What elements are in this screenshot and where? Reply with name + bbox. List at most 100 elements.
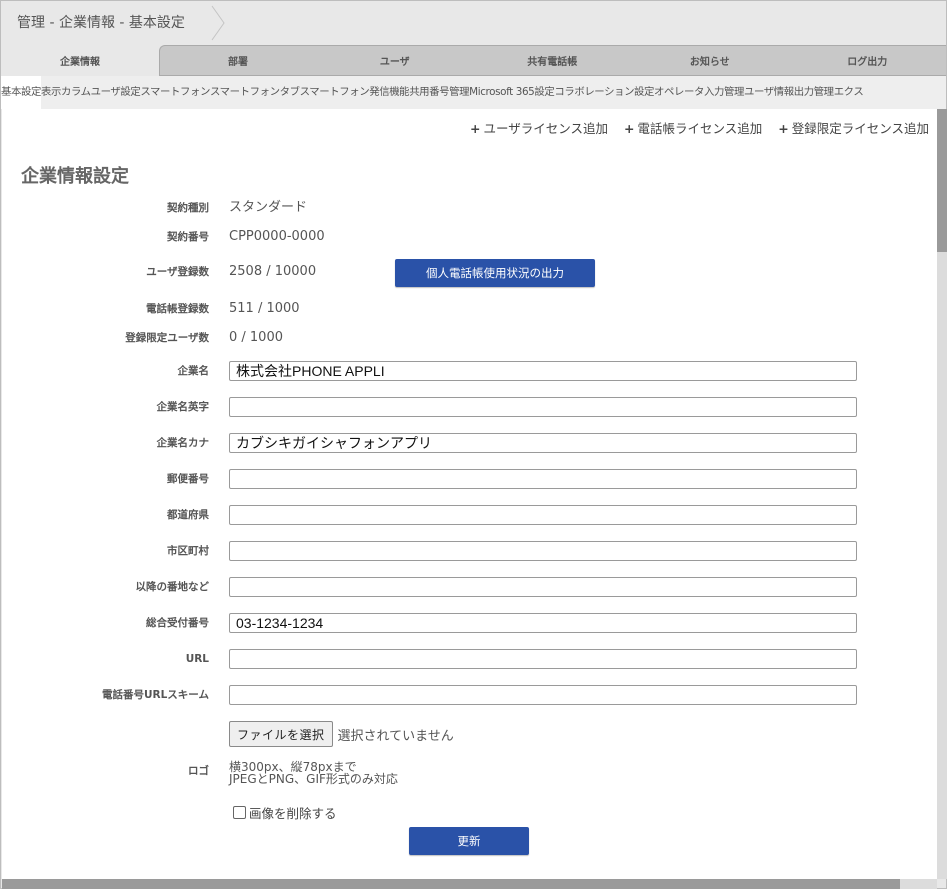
company-name-en-input[interactable] <box>229 397 857 417</box>
info-label: 登録限定ユーザ数 <box>125 332 209 344</box>
breadcrumb: 管理 - 企業情報 - 基本設定 <box>1 1 946 45</box>
field-label: URL <box>185 653 209 665</box>
tab-label: 部署 <box>228 57 248 68</box>
tab-label: 共有電話帳 <box>527 57 578 68</box>
link-label: ユーザライセンス追加 <box>483 121 608 136</box>
subtab-operator-input[interactable]: オペレータ入力管理 <box>654 76 744 109</box>
info-value: 511 / 1000 <box>229 301 300 316</box>
vertical-scrollbar-thumb[interactable] <box>937 109 947 252</box>
inactive-tabs: 部署 ユーザ 共有電話帳 お知らせ ログ出力 <box>159 45 946 76</box>
url-input[interactable] <box>229 649 857 669</box>
field-label: 以降の番地など <box>135 581 210 593</box>
delete-image-checkbox-row[interactable]: 画像を削除する <box>233 803 337 822</box>
tab-departments[interactable]: 部署 <box>160 46 316 75</box>
info-value: CPP0000-0000 <box>229 229 325 244</box>
license-links: + ユーザライセンス追加 + 電話帳ライセンス追加 + 登録限定ライセンス追加 <box>470 118 929 137</box>
subtab-export-truncated[interactable]: エクス <box>834 76 864 109</box>
field-label: 総合受付番号 <box>146 617 209 629</box>
info-label: ユーザ登録数 <box>146 266 209 278</box>
field-row-company-name-kana: 企業名カナ <box>2 431 937 455</box>
add-restricted-license-link[interactable]: + 登録限定ライセンス追加 <box>778 118 929 137</box>
breadcrumb-text: 管理 - 企業情報 - 基本設定 <box>17 15 185 31</box>
update-button[interactable]: 更新 <box>409 827 529 855</box>
add-user-license-link[interactable]: + ユーザライセンス追加 <box>470 118 608 137</box>
info-value: 2508 / 10000 <box>229 264 317 279</box>
field-label: 企業名 <box>177 365 210 377</box>
info-label: 契約番号 <box>167 231 209 243</box>
field-label: 市区町村 <box>167 545 209 557</box>
vertical-scrollbar[interactable] <box>937 109 947 879</box>
tab-label: 企業情報 <box>60 57 100 68</box>
tab-label: お知らせ <box>689 57 730 68</box>
plus-icon: + <box>778 121 789 136</box>
field-row-phone-url-scheme: 電話番号URLスキーム <box>2 683 937 707</box>
sub-tabs: 基本設定表示カラムユーザ設定スマートフォンスマートフォンタブスマートフォン発信機… <box>1 76 946 109</box>
company-name-input[interactable] <box>229 361 857 381</box>
info-row-restricted-user-count: 登録限定ユーザ数 0 / 1000 <box>2 326 937 350</box>
section-title: 企業情報設定 <box>21 166 129 187</box>
subtab-user-info-export[interactable]: ユーザ情報出力管理 <box>744 76 834 109</box>
phone-url-scheme-input[interactable] <box>229 685 857 705</box>
tab-log-export[interactable]: ログ出力 <box>789 46 947 75</box>
main-phone-input[interactable] <box>229 613 857 633</box>
logo-file-picker: ファイルを選択 選択されていません <box>229 721 454 747</box>
field-row-company-name: 企業名 <box>2 359 937 383</box>
postal-code-input[interactable] <box>229 469 857 489</box>
field-row-prefecture: 都道府県 <box>2 503 937 527</box>
subtab-collaboration[interactable]: コラボレーション設定 <box>554 76 654 109</box>
add-phonebook-license-link[interactable]: + 電話帳ライセンス追加 <box>624 118 762 137</box>
logo-label: ロゴ <box>188 765 209 777</box>
info-value: スタンダード <box>229 200 308 215</box>
plus-icon: + <box>624 121 635 136</box>
logo-note-format: JPEGとPNG、GIF形式のみ対応 <box>229 772 398 786</box>
field-label: 都道府県 <box>167 509 209 521</box>
info-label: 契約種別 <box>167 202 209 214</box>
city-input[interactable] <box>229 541 857 561</box>
tab-users[interactable]: ユーザ <box>316 46 474 75</box>
field-label: 企業名カナ <box>156 437 210 449</box>
field-label: 郵便番号 <box>167 473 209 485</box>
tab-label: ログ出力 <box>847 57 888 68</box>
info-row-contract-number: 契約番号 CPP0000-0000 <box>2 225 937 249</box>
field-row-url: URL <box>2 647 937 671</box>
subtab-user-settings[interactable]: ユーザ設定 <box>91 76 141 109</box>
tab-notices[interactable]: お知らせ <box>631 46 789 75</box>
main-content: + ユーザライセンス追加 + 電話帳ライセンス追加 + 登録限定ライセンス追加 企業情… <box>2 109 937 879</box>
field-row-address: 以降の番地など <box>2 575 937 599</box>
field-row-company-name-en: 企業名英字 <box>2 395 937 419</box>
tab-label: ユーザ <box>379 57 410 68</box>
info-row-phonebook-count: 電話帳登録数 511 / 1000 <box>2 297 937 321</box>
tab-company-info[interactable]: 企業情報 <box>1 45 159 76</box>
field-row-postal-code: 郵便番号 <box>2 467 937 491</box>
export-personal-phonebook-button[interactable]: 個人電話帳使用状況の出力 <box>395 259 595 287</box>
info-row-contract-type: 契約種別 スタンダード <box>2 196 937 220</box>
subtab-smartphone-call[interactable]: スマートフォン発信機能 <box>300 76 410 109</box>
choose-file-button[interactable]: ファイルを選択 <box>229 721 333 747</box>
link-label: 登録限定ライセンス追加 <box>791 121 929 136</box>
subtab-display-columns[interactable]: 表示カラム <box>41 76 91 109</box>
address-input[interactable] <box>229 577 857 597</box>
field-label: 電話番号URLスキーム <box>102 689 209 701</box>
tab-shared-phonebook[interactable]: 共有電話帳 <box>474 46 632 75</box>
company-name-kana-input[interactable] <box>229 433 857 453</box>
subtab-shared-numbers[interactable]: 共用番号管理 <box>409 76 469 109</box>
subtab-microsoft-365[interactable]: Microsoft 365設定 <box>469 76 555 109</box>
info-label: 電話帳登録数 <box>146 303 209 315</box>
horizontal-scrollbar-thumb[interactable] <box>2 879 900 889</box>
breadcrumb-chevron-icon <box>211 5 225 41</box>
subtab-smartphone-tab[interactable]: スマートフォンタブ <box>210 76 300 109</box>
app-frame: 管理 - 企業情報 - 基本設定 企業情報 部署 ユーザ 共有電話帳 お知らせ … <box>0 0 947 889</box>
delete-image-checkbox[interactable] <box>233 806 246 819</box>
field-row-main-phone: 総合受付番号 <box>2 611 937 635</box>
horizontal-scrollbar[interactable] <box>2 879 937 889</box>
field-label: 企業名英字 <box>156 401 210 413</box>
logo-note: 横300px、縦78pxまで JPEGとPNG、GIF形式のみ対応 <box>229 761 398 785</box>
delete-image-label: 画像を削除する <box>249 806 337 821</box>
link-label: 電話帳ライセンス追加 <box>637 121 763 136</box>
info-value: 0 / 1000 <box>229 330 283 345</box>
file-status: 選択されていません <box>337 728 454 744</box>
subtab-basic-settings[interactable]: 基本設定 <box>1 76 41 109</box>
subtab-smartphone[interactable]: スマートフォン <box>140 76 210 109</box>
prefecture-input[interactable] <box>229 505 857 525</box>
main-tabs: 企業情報 部署 ユーザ 共有電話帳 お知らせ ログ出力 <box>1 45 946 76</box>
